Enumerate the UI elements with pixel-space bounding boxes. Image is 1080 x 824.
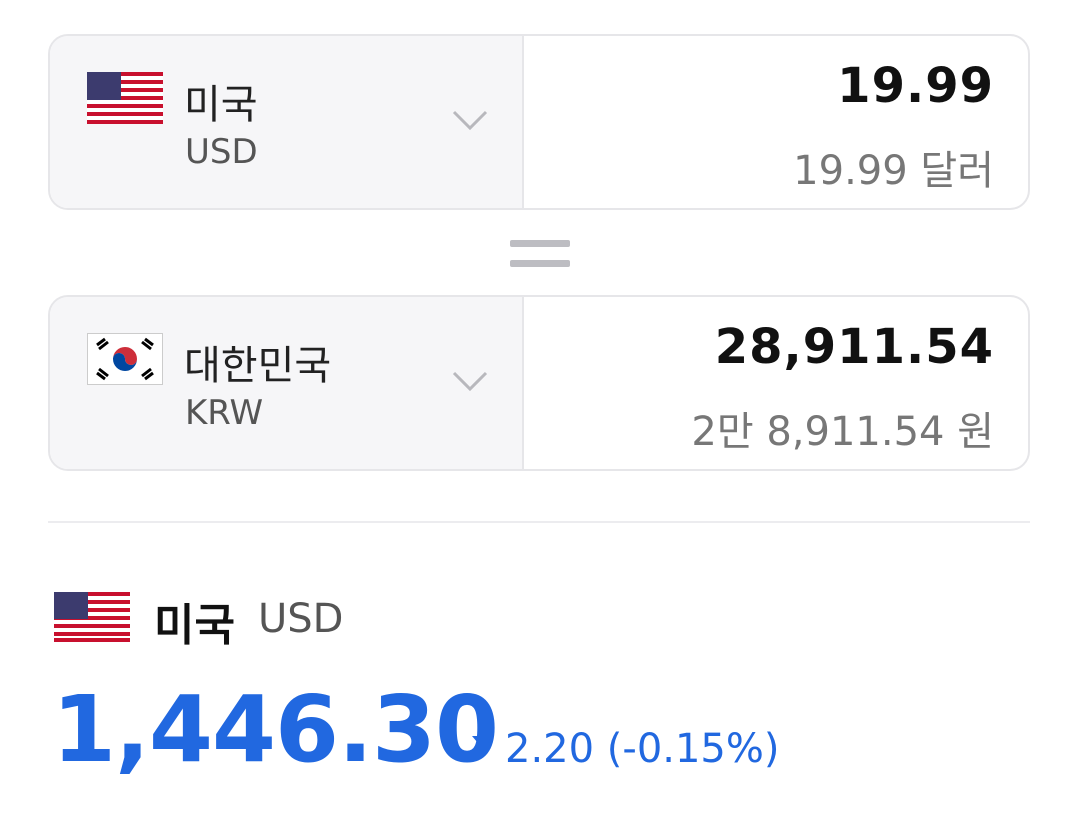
from-amount-field[interactable]: 19.99 19.99 달러 <box>524 36 1028 208</box>
section-divider <box>48 521 1030 523</box>
from-currency-select[interactable]: 미국 USD <box>50 36 524 208</box>
equals-icon <box>510 240 570 268</box>
from-currency-code: USD <box>185 132 258 172</box>
to-currency-code: KRW <box>185 393 264 433</box>
to-currency-select[interactable]: 대한민국 KRW <box>50 297 524 469</box>
from-amount-text: 19.99 달러 <box>793 148 994 194</box>
down-arrow-icon <box>472 736 494 749</box>
us-flag-icon <box>54 592 130 642</box>
from-amount: 19.99 <box>837 58 994 114</box>
to-country-name: 대한민국 <box>184 343 332 389</box>
to-currency-box: 대한민국 KRW 28,911.54 2만 8,911.54 원 <box>48 295 1030 471</box>
rate-change: 2.20 (-0.15%) <box>505 726 780 772</box>
kr-flag-icon <box>87 333 163 385</box>
from-currency-box: 미국 USD 19.99 19.99 달러 <box>48 34 1030 210</box>
us-flag-icon <box>87 72 163 124</box>
to-amount-text: 2만 8,911.54 원 <box>691 409 994 455</box>
from-country-name: 미국 <box>184 82 258 128</box>
rate-country-name: 미국 <box>154 600 235 651</box>
to-amount-field[interactable]: 28,911.54 2만 8,911.54 원 <box>524 297 1028 469</box>
exchange-rate-value: 1,446.30 <box>52 676 499 783</box>
chevron-down-icon <box>452 371 488 392</box>
chevron-down-icon <box>452 110 488 131</box>
to-amount: 28,911.54 <box>714 319 994 375</box>
rate-currency-code: USD <box>258 596 344 642</box>
